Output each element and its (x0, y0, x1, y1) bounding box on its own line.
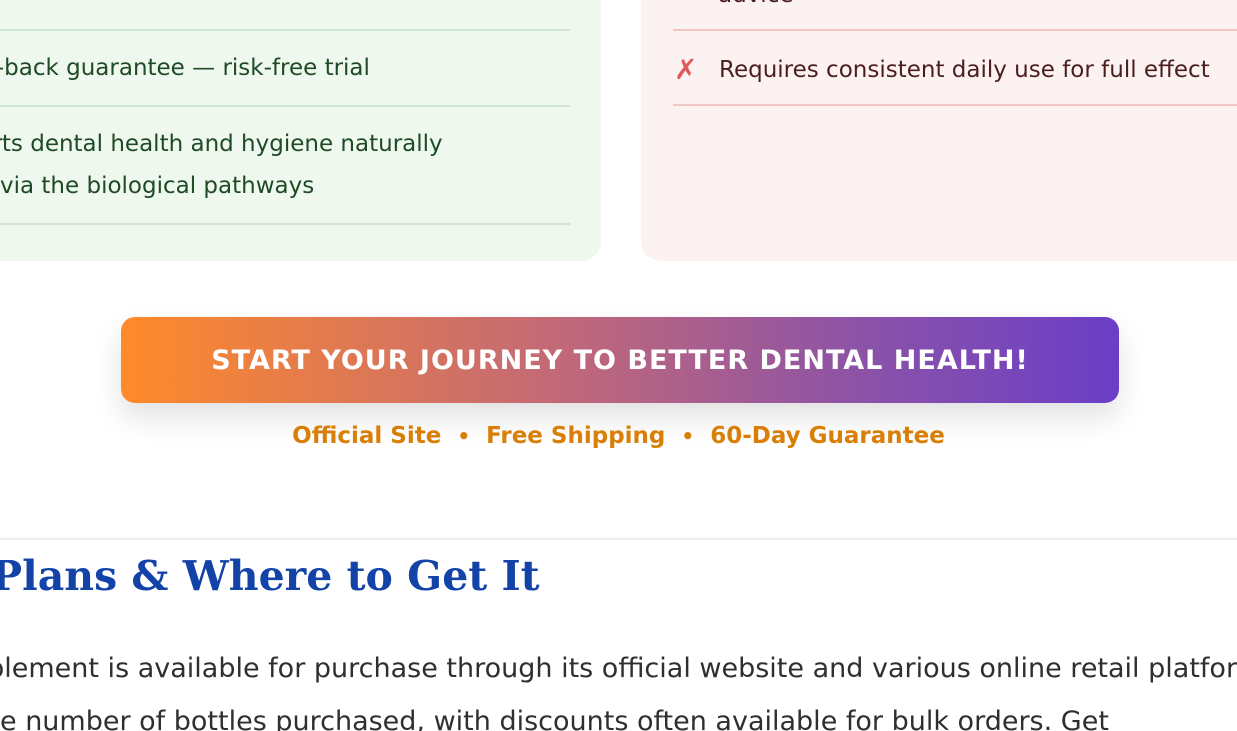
pros-item-label-line2: via the biological pathways (0, 173, 315, 199)
pros-list: Money-back guarantee — risk-free trial S… (0, 29, 570, 225)
start-journey-button[interactable]: START YOUR JOURNEY TO BETTER DENTAL HEAL… (121, 317, 1119, 403)
trust-official-site: Official Site (292, 423, 442, 449)
cons-item: ✗ Requires consistent daily use for full… (674, 50, 1210, 90)
trust-free-shipping: Free Shipping (486, 423, 666, 449)
paragraph-line: based on the number of bottles purchased… (0, 706, 1109, 731)
cons-item-partial: advice (718, 0, 794, 8)
pros-item-label: Supports dental health and hygiene natur… (0, 131, 443, 157)
section-divider (0, 538, 1237, 540)
pros-item: Supports dental health and hygiene natur… (0, 105, 570, 225)
trust-guarantee: 60-Day Guarantee (710, 423, 945, 449)
pros-item: Money-back guarantee — risk-free trial (0, 29, 570, 105)
cons-card (641, 0, 1237, 261)
section-paragraph: The supplement is available for purchase… (0, 642, 1237, 731)
page: Money-back guarantee — risk-free trial S… (0, 0, 1237, 731)
cons-divider (673, 29, 1237, 31)
section-title: Pricing Plans & Where to Get It (0, 552, 540, 600)
x-mark-icon: ✗ (674, 53, 698, 86)
bullet-separator: • (457, 424, 471, 448)
cons-divider (673, 104, 1237, 106)
pros-item-label: Money-back guarantee — risk-free trial (0, 55, 370, 81)
bullet-separator: • (681, 424, 695, 448)
trust-badges: Official Site • Free Shipping • 60-Day G… (0, 418, 1237, 454)
cons-item-label: Requires consistent daily use for full e… (719, 57, 1210, 83)
paragraph-line: The supplement is available for purchase… (0, 653, 1237, 684)
